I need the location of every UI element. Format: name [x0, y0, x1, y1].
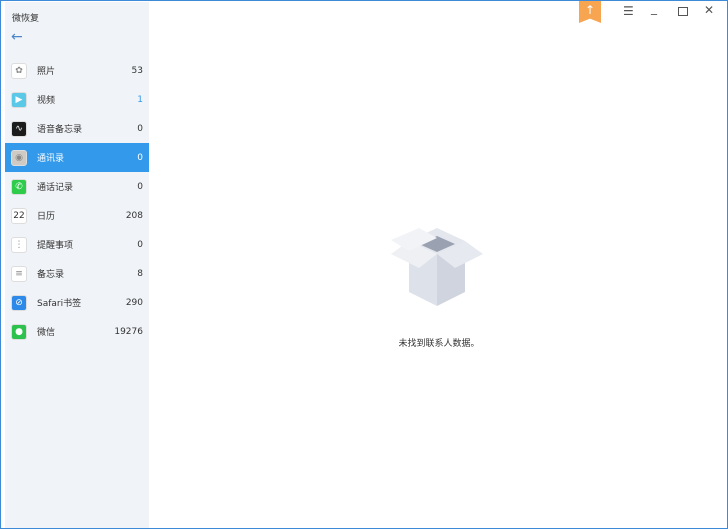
back-arrow-icon[interactable]: ←	[11, 29, 23, 45]
sidebar-item-label: 通讯录	[37, 154, 65, 164]
phone-icon: ✆	[11, 178, 27, 195]
reminders-icon: ⋮	[11, 236, 27, 253]
sidebar-item[interactable]: ∿ 语音备忘录 0	[5, 114, 149, 143]
sidebar-item-count: 19276	[114, 326, 143, 337]
sidebar-item[interactable]: ⊘ Safari书签 290	[5, 288, 149, 317]
empty-message: 未找到联系人数据。	[398, 339, 480, 349]
sidebar-item-count: 0	[137, 152, 143, 163]
sidebar-item-label: 提醒事项	[37, 241, 74, 251]
app-title: 微恢复	[12, 14, 40, 24]
empty-box-icon	[391, 228, 483, 306]
close-icon[interactable]: ✕	[704, 3, 714, 17]
maximize-icon[interactable]	[678, 7, 688, 16]
video-icon: ▶	[11, 91, 27, 108]
photos-icon: ✿	[11, 62, 27, 79]
contacts-icon: ◉	[11, 149, 27, 166]
sidebar-item-label: 视频	[37, 96, 56, 106]
sidebar-item[interactable]: ✿ 照片 53	[5, 56, 149, 85]
sidebar-item[interactable]: ◉ 通讯录 0	[5, 143, 149, 172]
voice-memo-icon: ∿	[11, 120, 27, 137]
sidebar-item-count: 290	[125, 297, 143, 308]
sidebar-item-label: 通话记录	[37, 183, 74, 193]
sidebar-item-label: Safari书签	[37, 299, 82, 309]
sidebar-item[interactable]: ✆ 通话记录 0	[5, 172, 149, 201]
sidebar-item-label: 语音备忘录	[37, 125, 83, 135]
menu-icon[interactable]: ☰	[623, 4, 634, 18]
minimize-icon[interactable]: _	[651, 1, 657, 15]
sidebar-item-label: 备忘录	[37, 270, 65, 280]
safari-icon: ⊘	[11, 294, 27, 311]
sidebar-item-count: 1	[137, 94, 143, 105]
sidebar-item[interactable]: ≡ 备忘录 8	[5, 259, 149, 288]
sidebar-item[interactable]: ▶ 视频 1	[5, 85, 149, 114]
sidebar-item-label: 照片	[37, 67, 56, 77]
notes-icon: ≡	[11, 265, 27, 282]
sidebar-item-count: 0	[137, 123, 143, 134]
upgrade-icon[interactable]: ↑	[579, 1, 601, 23]
sidebar-item[interactable]: 22 日历 208	[5, 201, 149, 230]
sidebar-item-count: 53	[131, 65, 143, 76]
calendar-icon: 22	[11, 207, 27, 224]
sidebar-item[interactable]: ⋮ 提醒事项 0	[5, 230, 149, 259]
sidebar-item-label: 日历	[37, 212, 56, 222]
sidebar-item-count: 8	[137, 268, 143, 279]
app-window: 微恢复 ← ✿ 照片 53 ▶ 视频 1 ∿ 语音备忘录 0 ◉ 通讯录 0 ✆ 通话记录 0 22 日历 208…	[0, 0, 728, 529]
sidebar: 微恢复 ← ✿ 照片 53 ▶ 视频 1 ∿ 语音备忘录 0 ◉ 通讯录 0 ✆ 通话记录 0 22 日历 208…	[5, 2, 149, 528]
sidebar-item-count: 0	[137, 181, 143, 192]
sidebar-item-count: 208	[125, 210, 143, 221]
sidebar-item-count: 0	[137, 239, 143, 250]
